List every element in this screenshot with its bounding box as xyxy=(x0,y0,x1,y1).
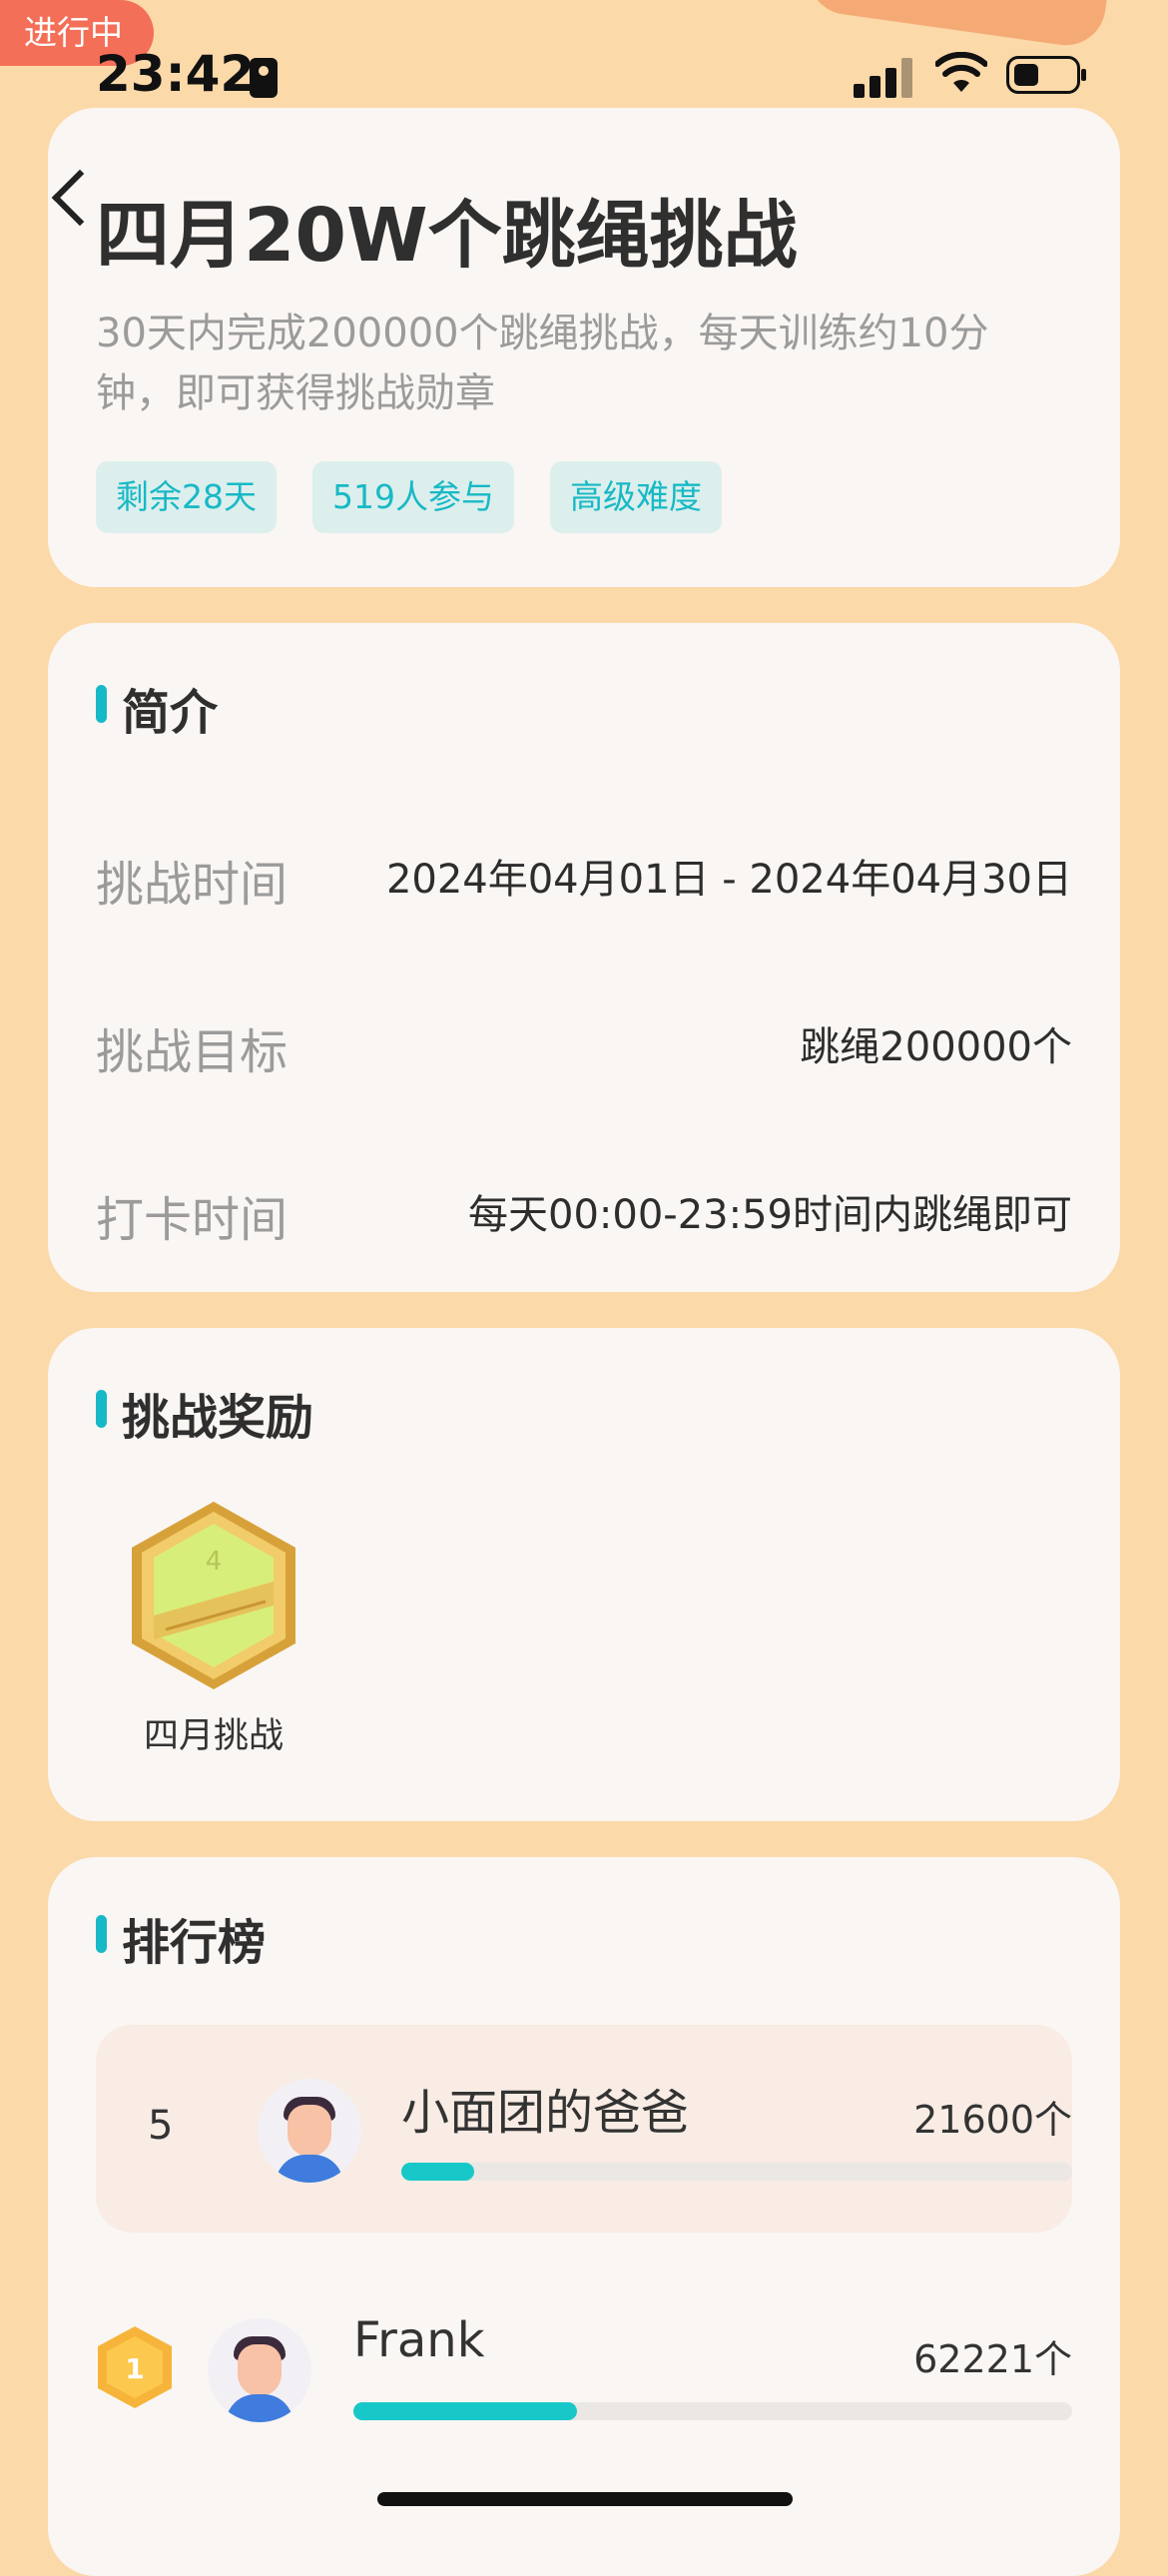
rewards-section-title: 挑战奖励 xyxy=(96,1378,313,1448)
info-row-checkin-time: 打卡时间 每天00:00-23:59时间内跳绳即可 xyxy=(96,1180,1072,1248)
rank-progress-fill xyxy=(401,2163,474,2181)
battery-icon xyxy=(1006,56,1086,94)
home-indicator[interactable] xyxy=(377,2492,793,2506)
avatar xyxy=(208,2318,311,2422)
challenge-header-card: 四月20W个跳绳挑战 30天内完成200000个跳绳挑战，每天训练约10分钟，即… xyxy=(48,108,1120,587)
info-row-challenge-time: 挑战时间 2024年04月01日 - 2024年04月30日 xyxy=(96,845,1072,913)
rank-count: 21600个 xyxy=(913,2098,1072,2142)
tag-difficulty: 高级难度 xyxy=(550,461,722,533)
wifi-icon xyxy=(935,52,987,92)
info-label: 挑战目标 xyxy=(96,1024,289,1080)
tag-participants: 519人参与 xyxy=(312,461,514,533)
info-label: 挑战时间 xyxy=(96,857,289,913)
info-value: 跳绳200000个 xyxy=(800,1024,1072,1070)
challenge-description: 30天内完成200000个跳绳挑战，每天训练约10分钟，即可获得挑战勋章 xyxy=(96,311,989,416)
challenge-tags: 剩余28天 519人参与 高级难度 xyxy=(96,461,722,533)
medal-label: 四月挑战 xyxy=(144,1716,285,1756)
my-rank-row[interactable]: 5 小面团的爸爸 21600个 xyxy=(96,2025,1072,2233)
april-challenge-medal-icon[interactable]: 4 xyxy=(126,1498,301,1693)
rank-number: 5 xyxy=(148,2103,174,2149)
rank-row[interactable]: 1 Frank 62221个 xyxy=(96,2264,1072,2472)
contact-card-icon xyxy=(250,58,278,98)
back-button[interactable] xyxy=(48,164,98,234)
rank-progress-track xyxy=(401,2163,1072,2181)
status-time: 23:42 xyxy=(96,45,256,103)
rank-progress-fill xyxy=(353,2402,577,2420)
intro-section-title: 简介 xyxy=(96,673,218,743)
info-value: 每天00:00-23:59时间内跳绳即可 xyxy=(468,1192,1072,1238)
tag-remaining-days: 剩余28天 xyxy=(96,461,277,533)
header-decoration xyxy=(803,0,1114,51)
svg-text:4: 4 xyxy=(206,1547,223,1577)
cellular-signal-icon xyxy=(854,56,913,98)
medal-rank-number: 1 xyxy=(125,2352,144,2385)
intro-card: 简介 挑战时间 2024年04月01日 - 2024年04月30日 挑战目标 跳… xyxy=(48,623,1120,1292)
page-title: 四月20W个跳绳挑战 xyxy=(96,193,798,279)
avatar xyxy=(258,2079,361,2183)
info-label: 打卡时间 xyxy=(96,1192,289,1248)
leaderboard-section-title: 排行榜 xyxy=(96,1903,266,1973)
rank-progress-track xyxy=(353,2402,1072,2420)
rewards-card: 挑战奖励 4 四月挑战 xyxy=(48,1328,1120,1821)
rank-name: 小面团的爸爸 xyxy=(401,2085,690,2141)
leaderboard-card: 排行榜 5 小面团的爸爸 21600个 1 Frank 62221个 xyxy=(48,1857,1120,2576)
rank-name: Frank xyxy=(353,2312,485,2368)
rank-count: 62221个 xyxy=(913,2337,1072,2381)
info-value: 2024年04月01日 - 2024年04月30日 xyxy=(385,857,1072,903)
gold-medal-icon: 1 xyxy=(98,2326,172,2408)
info-row-challenge-goal: 挑战目标 跳绳200000个 xyxy=(96,1012,1072,1080)
